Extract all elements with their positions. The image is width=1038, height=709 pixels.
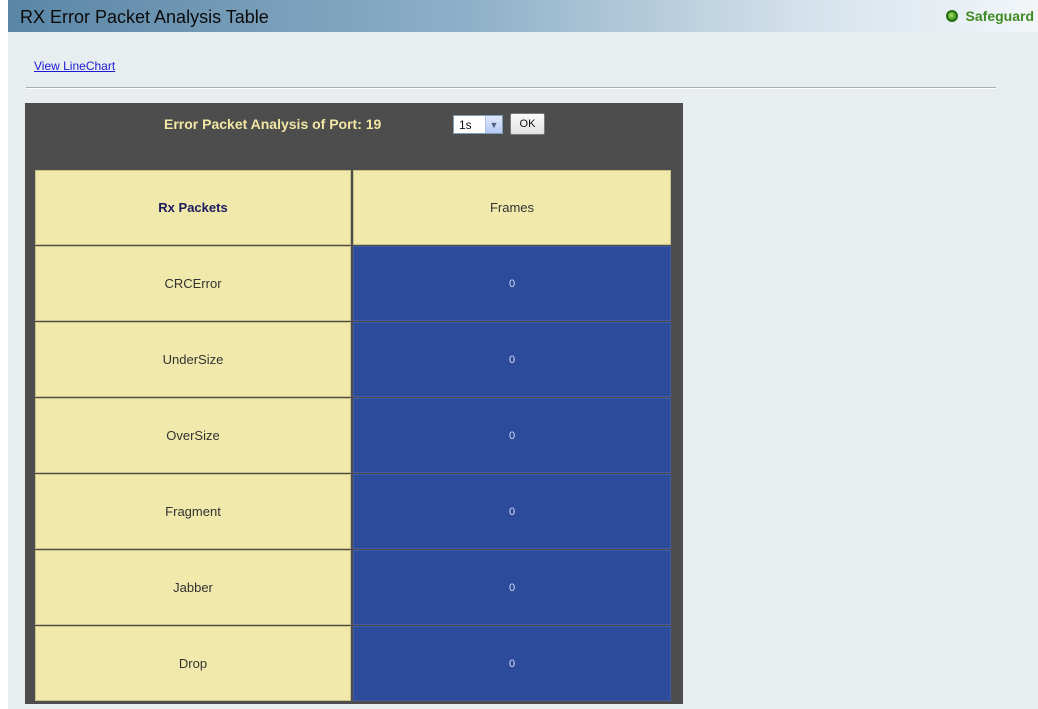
row-label: UnderSize [35, 322, 351, 397]
safeguard-status: Safeguard [945, 8, 1034, 24]
table-header-row: Rx Packets Frames [35, 170, 671, 245]
page-title: RX Error Packet Analysis Table [20, 7, 269, 27]
header-frames: Frames [353, 170, 671, 245]
table-row: Fragment 0 [35, 474, 671, 549]
interval-select[interactable]: 1s ▼ [453, 115, 503, 134]
row-value: 0 [353, 474, 671, 549]
panel-header: Error Packet Analysis of Port: 19 1s ▼ O… [25, 103, 683, 147]
row-label: Fragment [35, 474, 351, 549]
title-bar: RX Error Packet Analysis Table Safeguard [8, 0, 1038, 32]
interval-value: 1s [459, 117, 472, 132]
header-rx-packets: Rx Packets [35, 170, 351, 245]
analysis-panel: Error Packet Analysis of Port: 19 1s ▼ O… [25, 103, 683, 704]
divider [26, 87, 996, 89]
view-linechart-link[interactable]: View LineChart [34, 59, 115, 73]
table-row: Jabber 0 [35, 550, 671, 625]
table-row: OverSize 0 [35, 398, 671, 473]
error-packet-table: Rx Packets Frames CRCError 0 UnderSize 0… [35, 170, 671, 702]
row-label: CRCError [35, 246, 351, 321]
row-label: OverSize [35, 398, 351, 473]
row-value: 0 [353, 626, 671, 701]
panel-title: Error Packet Analysis of Port: 19 [164, 116, 382, 132]
row-value: 0 [353, 550, 671, 625]
table-row: CRCError 0 [35, 246, 671, 321]
row-label: Jabber [35, 550, 351, 625]
ok-button[interactable]: OK [510, 113, 545, 135]
chevron-down-icon[interactable]: ▼ [485, 116, 502, 133]
safeguard-label: Safeguard [965, 8, 1034, 24]
row-value: 0 [353, 398, 671, 473]
table-row: UnderSize 0 [35, 322, 671, 397]
row-label: Drop [35, 626, 351, 701]
status-dot-icon [945, 10, 958, 22]
table-row: Drop 0 [35, 626, 671, 701]
row-value: 0 [353, 322, 671, 397]
row-value: 0 [353, 246, 671, 321]
